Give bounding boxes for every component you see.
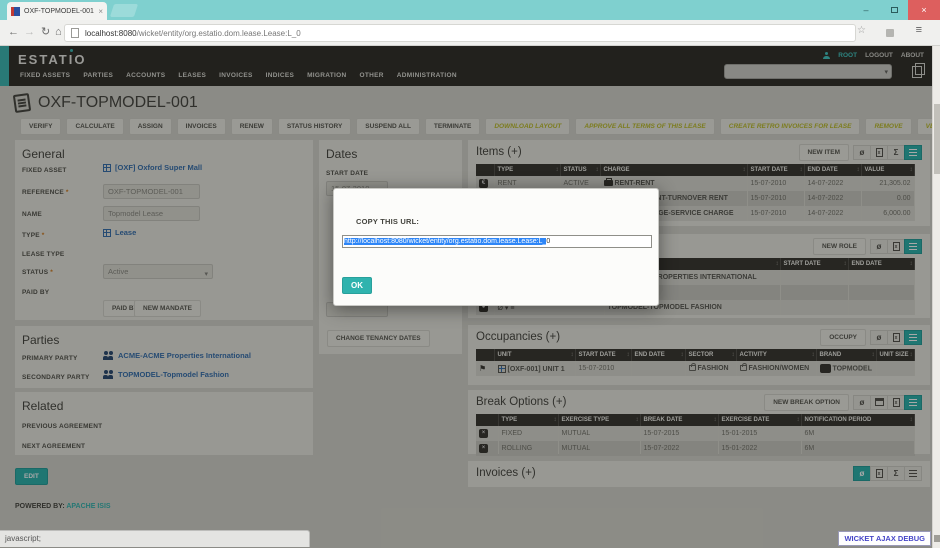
- refresh-icon[interactable]: ↻: [41, 25, 50, 39]
- minimize-button[interactable]: –: [852, 0, 880, 20]
- browser-tab[interactable]: OXF-TOPMODEL-001 ×: [7, 2, 107, 20]
- browser-titlebar: OXF-TOPMODEL-001 × – ×: [0, 0, 940, 20]
- maximize-button[interactable]: [880, 0, 908, 20]
- copy-url-input[interactable]: http://localhost:8080/wicket/entity/org.…: [342, 235, 652, 248]
- browser-menu-icon[interactable]: ≡: [916, 24, 922, 36]
- wicket-ajax-debug-link[interactable]: WICKET AJAX DEBUG: [838, 531, 931, 546]
- selected-url-text: http://localhost:8080/wicket/entity/org.…: [344, 238, 546, 245]
- ok-button[interactable]: OK: [342, 277, 372, 294]
- close-button[interactable]: ×: [908, 0, 940, 20]
- extension-icon[interactable]: [886, 29, 894, 37]
- forward-icon[interactable]: →: [24, 25, 35, 39]
- screen: OXF-TOPMODEL-001 × – × ← → ↻ ⌂ localhost…: [0, 0, 940, 548]
- page-icon: [71, 28, 79, 38]
- copy-url-label: COPY THIS URL:: [356, 217, 419, 226]
- url-bar[interactable]: localhost:8080/wicket/entity/org.estatio…: [64, 24, 856, 42]
- copy-url-dialog: COPY THIS URL: http://localhost:8080/wic…: [333, 188, 659, 306]
- window-controls: – ×: [852, 0, 940, 20]
- tab-close-icon[interactable]: ×: [98, 7, 103, 16]
- browser-navbar: ← → ↻ ⌂ localhost:8080/wicket/entity/org…: [0, 20, 940, 46]
- scrollbar-foot: [934, 535, 940, 542]
- new-tab-button[interactable]: [110, 4, 138, 17]
- url-text: localhost:8080/wicket/entity/org.estatio…: [85, 29, 301, 38]
- scrollbar[interactable]: [932, 46, 940, 548]
- bookmark-star-icon[interactable]: ☆: [857, 25, 866, 36]
- scrollbar-thumb[interactable]: [934, 104, 940, 174]
- page-viewport: ESTATIO FIXED ASSETS PARTIES ACCOUNTS LE…: [0, 46, 940, 548]
- tab-favicon: [11, 7, 20, 16]
- browser-status-bubble: javascript;: [0, 530, 310, 547]
- home-icon[interactable]: ⌂: [55, 25, 62, 39]
- back-icon[interactable]: ←: [8, 25, 19, 39]
- tab-title: OXF-TOPMODEL-001: [24, 8, 96, 15]
